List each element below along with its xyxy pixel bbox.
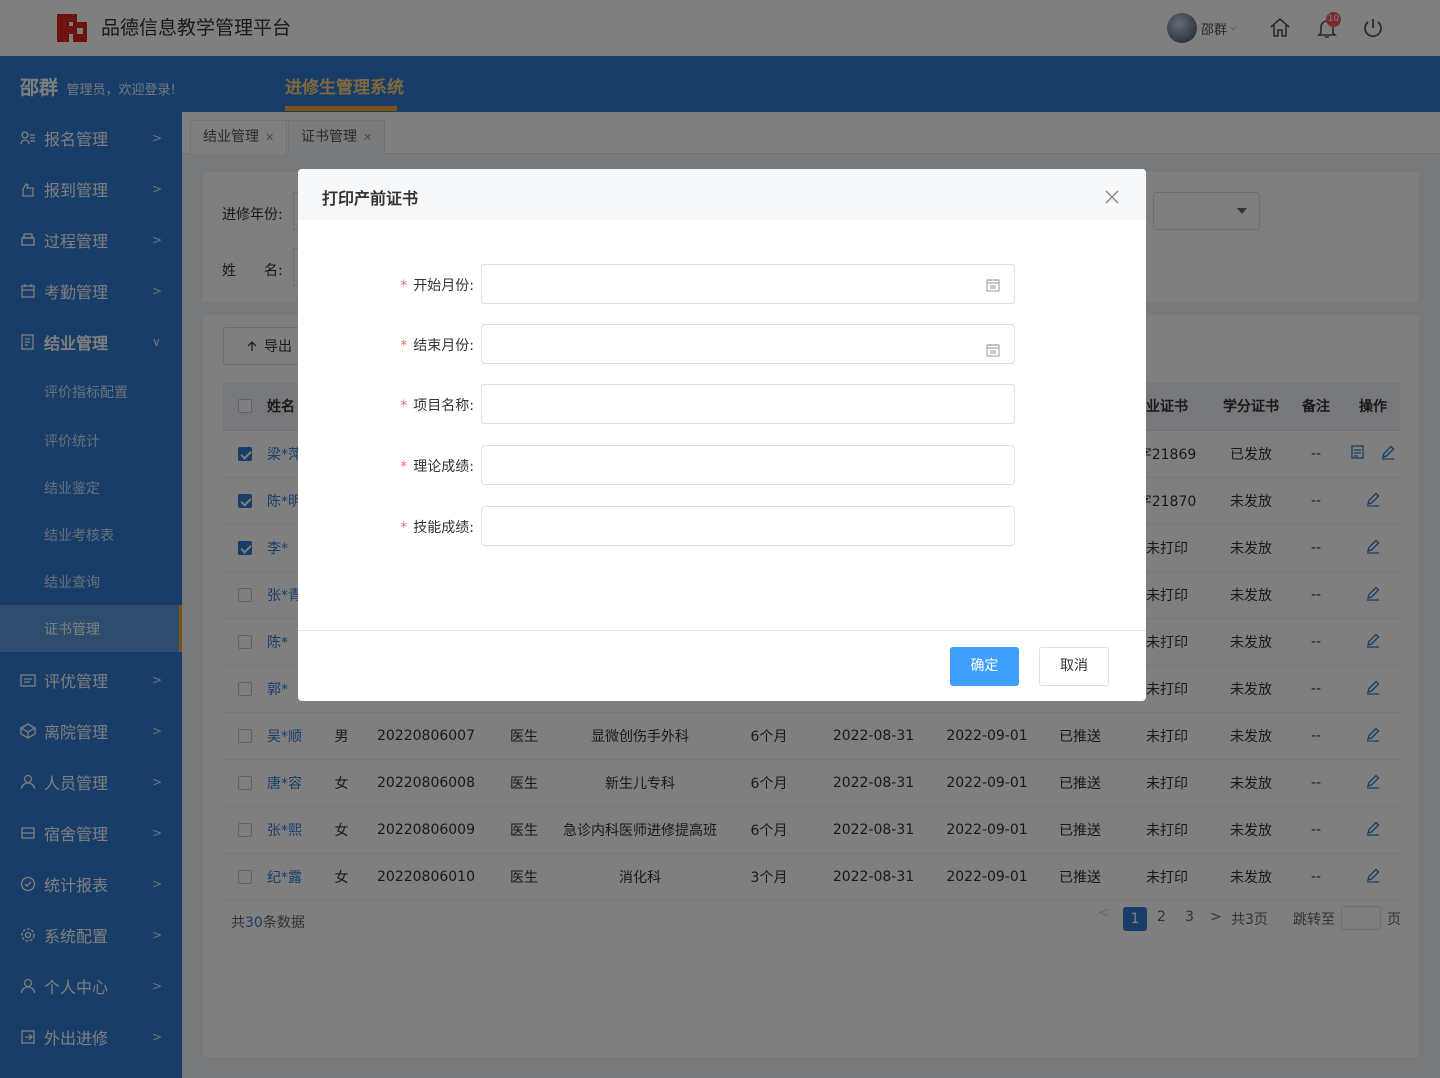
required-mark: * (400, 459, 408, 475)
calendar-icon (986, 344, 1000, 357)
print-certificate-dialog: 打印产前证书 * 开始月份: * 结束月份: * 项目名称: * 理论成绩: * 技能成绩… (298, 169, 1146, 701)
field-label: 结束月份: (413, 338, 474, 354)
end-month-picker[interactable] (481, 324, 1015, 364)
confirm-button[interactable]: 确定 (950, 647, 1019, 686)
form-row-project-name: * 项目名称: (298, 384, 1146, 424)
required-mark: * (400, 338, 408, 354)
required-mark: * (400, 278, 408, 294)
form-row-theory-score: * 理论成绩: (298, 445, 1146, 485)
field-label: 项目名称: (413, 398, 474, 414)
start-month-picker[interactable] (481, 264, 1015, 304)
form-row-end-month: * 结束月份: (298, 324, 1146, 364)
start-month-label: * 开始月份: (400, 275, 474, 295)
required-mark: * (400, 520, 408, 536)
close-icon[interactable] (1104, 189, 1120, 205)
dialog-title: 打印产前证书 (322, 189, 419, 208)
theory-score-input[interactable] (481, 445, 1015, 485)
field-label: 理论成绩: (413, 459, 474, 475)
required-mark: * (400, 398, 408, 414)
cancel-button[interactable]: 取消 (1039, 647, 1109, 686)
end-month-label: * 结束月份: (400, 335, 474, 355)
field-label: 技能成绩: (413, 520, 474, 536)
calendar-icon (986, 279, 1000, 292)
project-name-label: * 项目名称: (400, 395, 474, 415)
dialog-footer-divider (298, 630, 1146, 631)
skill-score-input[interactable] (481, 506, 1015, 546)
project-name-input[interactable] (481, 384, 1015, 424)
skill-score-label: * 技能成绩: (400, 517, 474, 537)
theory-score-label: * 理论成绩: (400, 456, 474, 476)
form-row-start-month: * 开始月份: (298, 264, 1146, 304)
dialog-header: 打印产前证书 (298, 169, 1146, 220)
field-label: 开始月份: (413, 278, 474, 294)
form-row-skill-score: * 技能成绩: (298, 506, 1146, 546)
